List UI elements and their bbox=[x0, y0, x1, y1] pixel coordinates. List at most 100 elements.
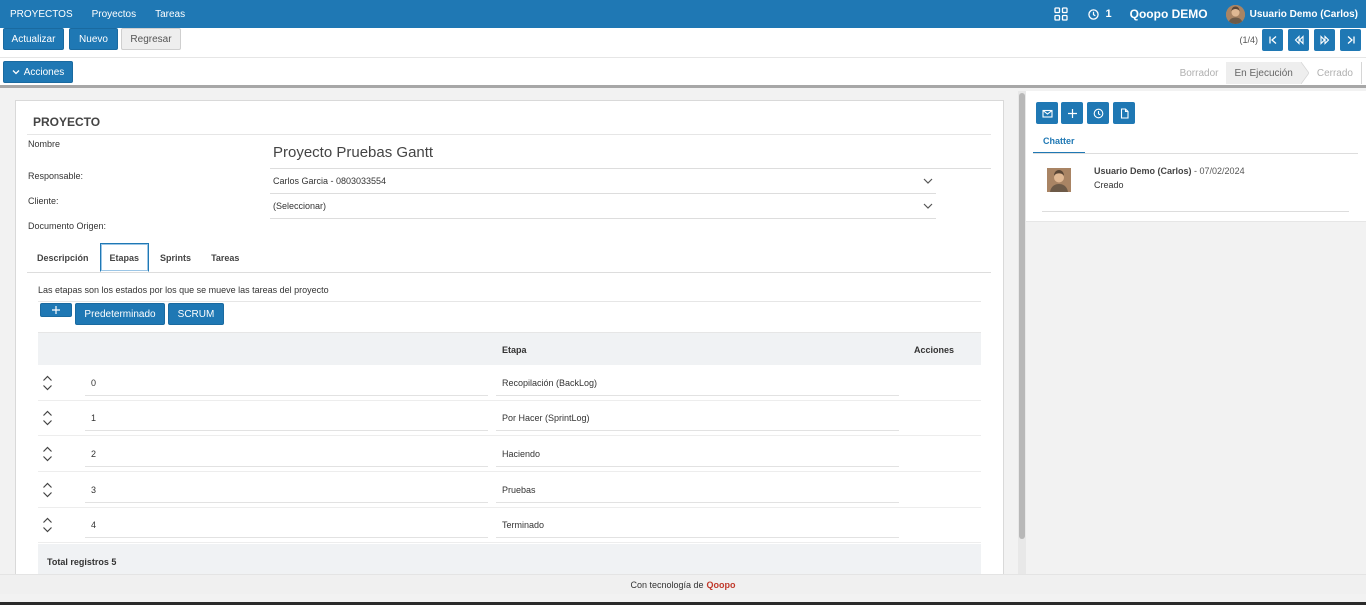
send-message-button[interactable] bbox=[1036, 102, 1058, 124]
fast-forward-icon bbox=[1319, 35, 1330, 45]
page-footer: Con tecnología de Qoopo bbox=[0, 574, 1366, 594]
tab-tareas[interactable]: Tareas bbox=[202, 243, 248, 272]
tab-etapas[interactable]: Etapas bbox=[99, 243, 150, 272]
message-body: Creado bbox=[1094, 180, 1124, 190]
clock-icon bbox=[1093, 108, 1104, 119]
record-pager: (1/4) bbox=[1239, 25, 1366, 55]
last-icon bbox=[1346, 35, 1356, 45]
stage-name-field[interactable]: Pruebas bbox=[502, 485, 536, 495]
plus-icon bbox=[51, 305, 61, 315]
last-record-button[interactable] bbox=[1340, 29, 1361, 51]
form-view: PROYECTO Nombre Proyecto Pruebas Gantt R… bbox=[0, 91, 1026, 574]
footer-brand-link[interactable]: Qoopo bbox=[707, 580, 736, 590]
tabs-divider bbox=[27, 272, 991, 273]
cliente-value: (Seleccionar) bbox=[273, 201, 327, 211]
stage-order-field[interactable]: 2 bbox=[91, 449, 96, 459]
stage-order-field[interactable]: 1 bbox=[91, 413, 96, 423]
stage-name-field[interactable]: Terminado bbox=[502, 520, 544, 530]
first-record-button[interactable] bbox=[1262, 29, 1283, 51]
sort-handle-icon[interactable] bbox=[42, 375, 53, 391]
chatter-divider bbox=[1033, 153, 1358, 154]
tab-descripcion[interactable]: Descripción bbox=[28, 243, 98, 272]
apps-grid-icon[interactable] bbox=[1053, 7, 1068, 21]
message-header: Usuario Demo (Carlos) - 07/02/2024 bbox=[1094, 166, 1245, 176]
company-switcher[interactable]: Qoopo DEMO bbox=[1130, 7, 1208, 21]
stage-name-field[interactable]: Haciendo bbox=[502, 449, 540, 459]
project-name-field[interactable]: Proyecto Pruebas Gantt bbox=[273, 144, 433, 161]
sort-handle-icon[interactable] bbox=[42, 410, 53, 426]
top-navbar: PROYECTOS Proyectos Tareas 1 Qoopo DEMO … bbox=[0, 0, 1366, 28]
nav-link-tareas[interactable]: Tareas bbox=[155, 9, 185, 20]
clock-icon bbox=[1087, 8, 1099, 20]
next-record-button[interactable] bbox=[1314, 29, 1335, 51]
user-name: Usuario Demo (Carlos) bbox=[1249, 8, 1358, 20]
new-button[interactable]: Nuevo bbox=[69, 28, 118, 50]
nav-link-proyectos[interactable]: Proyectos bbox=[92, 9, 136, 20]
message-date: - 07/02/2024 bbox=[1191, 166, 1245, 176]
order-underline bbox=[85, 430, 488, 431]
back-button[interactable]: Regresar bbox=[121, 28, 181, 50]
default-stages-button[interactable]: Predeterminado bbox=[75, 303, 165, 325]
form-scrollbar[interactable] bbox=[1018, 91, 1026, 574]
responsable-select[interactable]: Carlos Garcia - 0803033554 bbox=[273, 169, 935, 193]
message-divider bbox=[1042, 211, 1349, 212]
schedule-activity-button[interactable] bbox=[1087, 102, 1109, 124]
chevron-down-icon bbox=[923, 201, 933, 211]
add-note-button[interactable] bbox=[1061, 102, 1083, 124]
chatter-panel: Chatter Usuario Demo (Carlos) - 07/02/20… bbox=[1026, 91, 1366, 222]
update-button[interactable]: Actualizar bbox=[3, 28, 64, 50]
activities-button[interactable]: 1 bbox=[1087, 8, 1112, 20]
column-header-acciones: Acciones bbox=[914, 345, 955, 355]
name-underline bbox=[496, 430, 899, 431]
rewind-icon bbox=[1294, 35, 1304, 45]
etapas-description: Las etapas son los estados por los que s… bbox=[38, 285, 329, 295]
status-step-borrador[interactable]: Borrador bbox=[1172, 62, 1227, 84]
first-icon bbox=[1268, 35, 1278, 45]
scrollbar-thumb[interactable] bbox=[1019, 93, 1025, 539]
name-underline bbox=[496, 466, 899, 467]
message-author[interactable]: Usuario Demo (Carlos) bbox=[1094, 166, 1192, 176]
order-underline bbox=[85, 502, 488, 503]
table-footer: Total registros 5 bbox=[38, 544, 981, 574]
sort-handle-icon[interactable] bbox=[42, 482, 53, 498]
chatter-empty-area bbox=[1026, 222, 1366, 574]
stage-order-field[interactable]: 0 bbox=[91, 378, 96, 388]
page-title: PROYECTO bbox=[33, 115, 101, 129]
responsable-value: Carlos Garcia - 0803033554 bbox=[273, 176, 387, 186]
name-label: Nombre bbox=[28, 139, 61, 149]
name-underline bbox=[496, 502, 899, 503]
stage-name-field[interactable]: Por Hacer (SprintLog) bbox=[502, 413, 590, 423]
status-step-cerrado[interactable]: Cerrado bbox=[1309, 62, 1362, 84]
previous-record-button[interactable] bbox=[1288, 29, 1309, 51]
add-stage-button[interactable] bbox=[40, 303, 72, 317]
attach-document-button[interactable] bbox=[1113, 102, 1135, 124]
tab-chatter[interactable]: Chatter bbox=[1033, 130, 1085, 154]
sort-handle-icon[interactable] bbox=[42, 446, 53, 462]
stage-name-field[interactable]: Recopilación (BackLog) bbox=[502, 378, 597, 388]
status-step-en-ejecucion[interactable]: En Ejecución bbox=[1226, 62, 1301, 84]
table-row: 2 Haciendo bbox=[38, 436, 981, 472]
sort-handle-icon[interactable] bbox=[42, 517, 53, 533]
action-bar: Acciones Borrador En Ejecución Cerrado bbox=[0, 58, 1366, 88]
total-records: Total registros 5 bbox=[47, 557, 117, 567]
stages-table-header: Etapa Acciones bbox=[38, 332, 981, 365]
cliente-select[interactable]: (Seleccionar) bbox=[273, 194, 935, 218]
form-toolbar: Actualizar Nuevo Regresar (1/4) bbox=[0, 28, 1366, 58]
scrum-stages-button[interactable]: SCRUM bbox=[168, 303, 224, 325]
user-menu[interactable]: Usuario Demo (Carlos) bbox=[1225, 4, 1358, 24]
order-underline bbox=[85, 537, 488, 538]
user-avatar bbox=[1225, 4, 1245, 24]
stage-order-field[interactable]: 4 bbox=[91, 520, 96, 530]
envelope-icon bbox=[1041, 108, 1053, 119]
form-sheet: PROYECTO Nombre Proyecto Pruebas Gantt R… bbox=[15, 100, 1004, 574]
actions-dropdown[interactable]: Acciones bbox=[3, 61, 73, 83]
order-underline bbox=[85, 395, 488, 396]
tab-sprints[interactable]: Sprints bbox=[151, 243, 200, 272]
responsable-label: Responsable: bbox=[28, 171, 84, 181]
column-header-etapa: Etapa bbox=[502, 345, 527, 355]
activities-count: 1 bbox=[1105, 8, 1112, 20]
nav-brand-link[interactable]: PROYECTOS bbox=[10, 9, 73, 20]
table-row: 0 Recopilación (BackLog) bbox=[38, 365, 981, 401]
pager-count: (1/4) bbox=[1239, 35, 1258, 45]
stage-order-field[interactable]: 3 bbox=[91, 485, 96, 495]
